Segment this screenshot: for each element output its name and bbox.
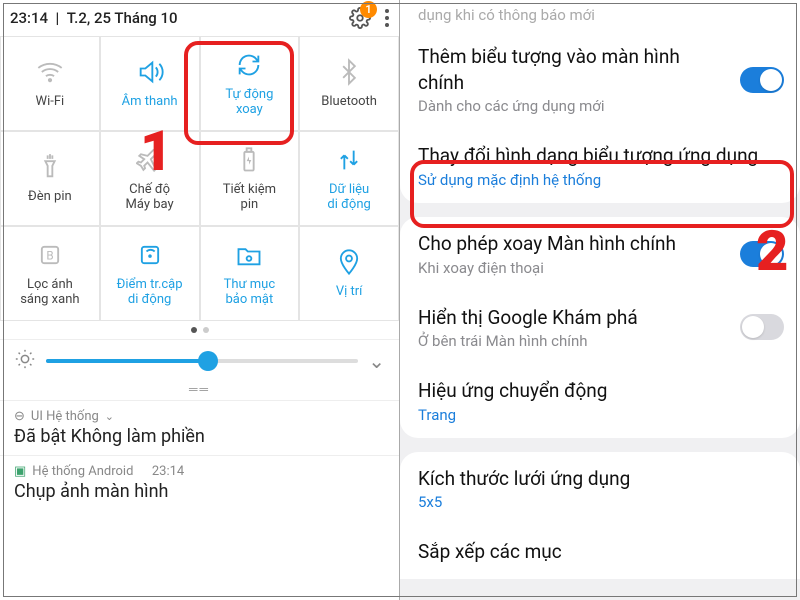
bluelight-icon: B (35, 240, 65, 270)
pager-dots (0, 321, 399, 339)
tile-battery-saver[interactable]: Tiết kiệmpin (200, 131, 300, 226)
tile-sound[interactable]: Âm thanh (100, 36, 200, 131)
wifi-icon (35, 57, 65, 87)
brightness-row: ⌄ (0, 339, 399, 382)
tile-mobile-data[interactable]: Dữ liệudi động (299, 131, 399, 226)
tile-auto-rotate[interactable]: Tự độngxoay (200, 36, 300, 131)
brightness-slider[interactable] (46, 359, 358, 363)
settings-badge: 1 (360, 1, 377, 18)
brightness-icon (14, 348, 36, 374)
folder-lock-icon (234, 240, 264, 270)
notification-title: Chụp ảnh màn hình (14, 481, 385, 502)
bluetooth-icon (334, 57, 364, 87)
status-time: 23:14 (10, 9, 48, 27)
row-google-discover[interactable]: Hiển thị Google Khám phá Ở bên trái Màn … (400, 291, 800, 365)
row-add-icon-home[interactable]: Thêm biểu tượng vào màn hình chính Dành … (400, 30, 800, 129)
tile-blue-light[interactable]: BLọc ánhsáng xanh (0, 226, 100, 321)
drag-handle[interactable]: ══ (0, 382, 399, 400)
battery-icon (234, 145, 264, 175)
rotate-icon (234, 50, 264, 80)
row-allow-rotation[interactable]: Cho phép xoay Màn hình chính Khi xoay đi… (400, 217, 800, 291)
chevron-down-icon[interactable]: ⌄ (368, 349, 385, 373)
toggle-off[interactable] (740, 314, 784, 340)
truncated-text: dụng khi có thông báo mới (400, 0, 800, 30)
row-transition[interactable]: Hiệu ứng chuyển động Trang (400, 364, 800, 438)
tile-flashlight[interactable]: Đèn pin (0, 131, 100, 226)
status-bar: 23:14 | T.2, 25 Tháng 10 1 (0, 0, 399, 36)
tile-wifi[interactable]: Wi-Fi (0, 36, 100, 131)
hotspot-icon (135, 240, 165, 270)
tile-hotspot[interactable]: Điểm tr.cậpdi động (100, 226, 200, 321)
location-icon (334, 247, 364, 277)
toggle-on[interactable] (740, 67, 784, 93)
chevron-down-icon: ⌄ (105, 410, 114, 423)
notification-screenshot[interactable]: ▣Hệ thống Android 23:14 Chụp ảnh màn hìn… (0, 455, 399, 510)
status-date: T.2, 25 Tháng 10 (67, 9, 178, 27)
svg-text:B: B (46, 248, 53, 262)
step-number-2: 2 (756, 218, 788, 284)
notification-title: Đã bật Không làm phiền (14, 426, 385, 447)
image-icon: ▣ (14, 464, 26, 479)
quick-settings-grid: Wi-Fi Âm thanh Tự độngxoay Bluetooth Đèn… (0, 36, 399, 321)
data-icon (334, 145, 364, 175)
notification-dnd[interactable]: ⊖UI Hệ thống ⌄ Đã bật Không làm phiền (0, 400, 399, 455)
speaker-icon (135, 57, 165, 87)
minus-circle-icon: ⊖ (14, 409, 25, 424)
tile-secure-folder[interactable]: Thư mụcbảo mật (200, 226, 300, 321)
row-sort-items[interactable]: Sắp xếp các mục (400, 525, 800, 579)
row-grid-size[interactable]: Kích thước lưới ứng dụng 5x5 (400, 452, 800, 526)
more-icon[interactable] (385, 9, 389, 27)
tile-bluetooth[interactable]: Bluetooth (299, 36, 399, 131)
row-icon-shape[interactable]: Thay đổi hình dạng biểu tượng ứng dụng S… (400, 129, 800, 203)
tile-location[interactable]: Vị trí (299, 226, 399, 321)
flashlight-icon (35, 152, 65, 182)
settings-button[interactable]: 1 (349, 7, 371, 29)
step-number-1: 1 (140, 118, 172, 184)
